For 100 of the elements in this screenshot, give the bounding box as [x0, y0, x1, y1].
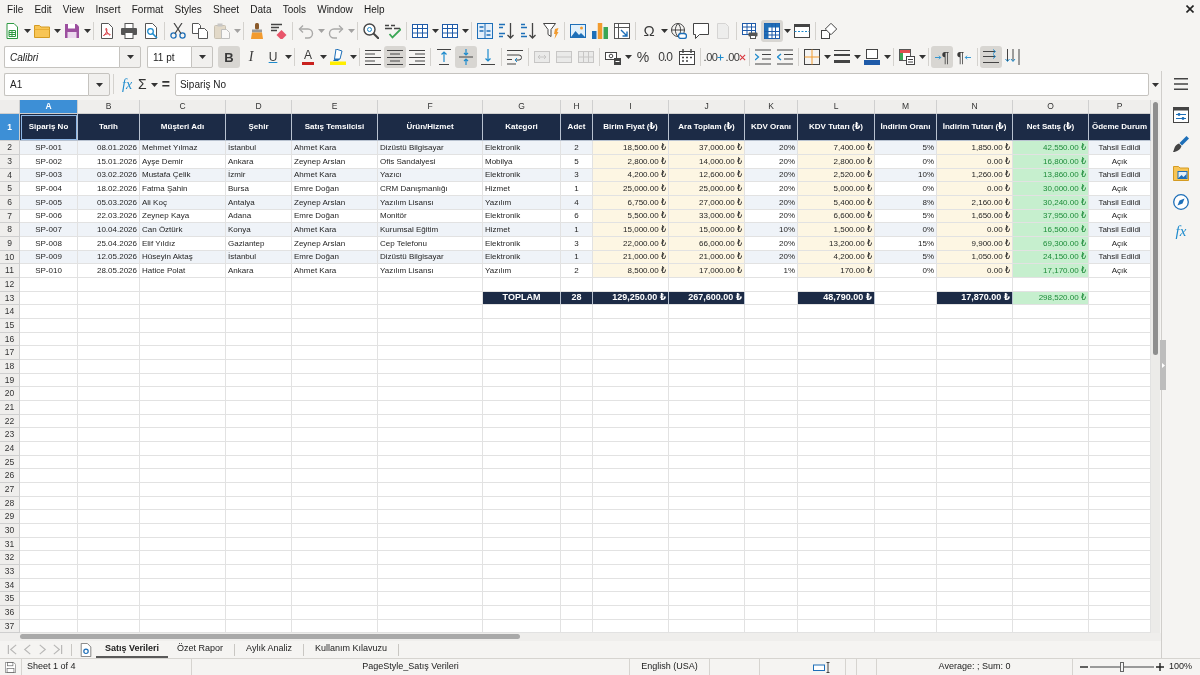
column-header[interactable]: H: [561, 100, 593, 114]
freeze-panes-button[interactable]: [761, 19, 783, 42]
row-header[interactable]: 30: [0, 524, 20, 538]
table-cell[interactable]: Ahmet Kara: [292, 169, 378, 182]
table-cell[interactable]: 16,500.00 ₺: [1013, 223, 1089, 237]
table-cell[interactable]: 3: [561, 169, 593, 182]
column-header[interactable]: C: [140, 100, 226, 114]
table-cell[interactable]: SP-007: [20, 223, 78, 237]
row-header[interactable]: 33: [0, 565, 20, 579]
table-cell[interactable]: Mehmet Yılmaz: [140, 141, 226, 155]
row-header[interactable]: 28: [0, 497, 20, 510]
row-header[interactable]: 15: [0, 319, 20, 333]
row-header[interactable]: 27: [0, 483, 20, 497]
table-cell[interactable]: Zeynep Arslan: [292, 196, 378, 210]
table-cell[interactable]: Elektronik: [483, 169, 561, 182]
table-cell[interactable]: 5,400.00 ₺: [798, 196, 875, 210]
name-box-field[interactable]: A1: [4, 73, 88, 96]
header-cell[interactable]: Şehir: [226, 114, 292, 141]
formula-input-field[interactable]: Sipariş No: [174, 73, 1149, 96]
menu-item[interactable]: Data: [244, 1, 278, 17]
header-cell[interactable]: KDV Oranı: [745, 114, 798, 141]
table-cell[interactable]: Yazılım Lisansı: [378, 196, 483, 210]
row-header[interactable]: 16: [0, 333, 20, 346]
font-name-field[interactable]: Calibri: [4, 46, 119, 68]
row-header[interactable]: 24: [0, 442, 20, 456]
table-cell[interactable]: 2,800.00 ₺: [798, 155, 875, 169]
table-cell[interactable]: 16,800.00 ₺: [1013, 155, 1089, 169]
total-cell[interactable]: 17,870.00 ₺: [937, 292, 1013, 305]
table-cell[interactable]: 12.05.2026: [78, 251, 140, 264]
table-cell[interactable]: 9,900.00 ₺: [937, 237, 1013, 251]
left-to-right-button[interactable]: ¶: [931, 46, 953, 68]
table-cell[interactable]: 33,000.00 ₺: [669, 210, 745, 223]
table-cell[interactable]: 5%: [875, 251, 937, 264]
table-cell[interactable]: 24,150.00 ₺: [1013, 251, 1089, 264]
header-cell[interactable]: İndirim Oranı: [875, 114, 937, 141]
header-cell[interactable]: Adet: [561, 114, 593, 141]
row-header[interactable]: 3: [0, 155, 20, 169]
header-cell[interactable]: Ürün/Hizmet: [378, 114, 483, 141]
row-header[interactable]: 6: [0, 196, 20, 210]
table-cell[interactable]: 21,000.00 ₺: [669, 251, 745, 264]
table-cell[interactable]: Elektronik: [483, 251, 561, 264]
sheet-tab[interactable]: Özet Rapor: [168, 641, 233, 658]
row-header[interactable]: 18: [0, 360, 20, 374]
table-cell[interactable]: 17,170.00 ₺: [1013, 264, 1089, 278]
table-cell[interactable]: 0.00 ₺: [937, 182, 1013, 196]
menu-item[interactable]: File: [1, 1, 29, 17]
table-cell[interactable]: 37,950.00 ₺: [1013, 210, 1089, 223]
table-cell[interactable]: İstanbul: [226, 141, 292, 155]
row-header[interactable]: 2: [0, 141, 20, 155]
table-cell[interactable]: 10%: [875, 169, 937, 182]
table-cell[interactable]: 22,000.00 ₺: [593, 237, 669, 251]
column-header[interactable]: P: [1089, 100, 1151, 114]
table-cell[interactable]: Emre Doğan: [292, 251, 378, 264]
column-header[interactable]: O: [1013, 100, 1089, 114]
row-header[interactable]: 31: [0, 538, 20, 551]
sheet-tab[interactable]: Satış Verileri: [96, 641, 169, 658]
table-cell[interactable]: 13,200.00 ₺: [798, 237, 875, 251]
sheet-tab[interactable]: Aylık Analiz: [237, 641, 301, 658]
table-cell[interactable]: 20%: [745, 169, 798, 182]
row-header[interactable]: 7: [0, 210, 20, 223]
slider-thumb[interactable]: [1120, 662, 1124, 672]
table-cell[interactable]: 69,300.00 ₺: [1013, 237, 1089, 251]
table-cell[interactable]: 14,000.00 ₺: [669, 155, 745, 169]
number-format-button[interactable]: 0.0: [654, 46, 676, 68]
conditional-format-button[interactable]: [896, 46, 918, 68]
table-cell[interactable]: Mustafa Çelik: [140, 169, 226, 182]
table-cell[interactable]: 6,750.00 ₺: [593, 196, 669, 210]
table-cell[interactable]: 7,400.00 ₺: [798, 141, 875, 155]
table-cell[interactable]: 12,600.00 ₺: [669, 169, 745, 182]
table-cell[interactable]: 1,500.00 ₺: [798, 223, 875, 237]
table-cell[interactable]: 0.00 ₺: [937, 155, 1013, 169]
table-cell[interactable]: İstanbul: [226, 251, 292, 264]
column-header[interactable]: E: [292, 100, 378, 114]
table-cell[interactable]: Tahsil Edildi: [1089, 169, 1151, 182]
border-color-button[interactable]: [861, 46, 883, 68]
table-cell[interactable]: 05.03.2026: [78, 196, 140, 210]
delete-decimal-button[interactable]: .00: [725, 46, 747, 68]
table-cell[interactable]: 2,160.00 ₺: [937, 196, 1013, 210]
table-cell[interactable]: 13,860.00 ₺: [1013, 169, 1089, 182]
percent-format-button[interactable]: %: [632, 46, 654, 68]
borders-button[interactable]: [801, 46, 823, 68]
font-size-field[interactable]: 11 pt: [147, 46, 191, 68]
table-cell[interactable]: 10.04.2026: [78, 223, 140, 237]
add-decimal-button[interactable]: .00: [703, 46, 725, 68]
sidebar-handle[interactable]: [1160, 340, 1166, 390]
row-header[interactable]: 10: [0, 251, 20, 264]
menu-item[interactable]: Edit: [28, 1, 58, 17]
column-header[interactable]: N: [937, 100, 1013, 114]
font-color-button[interactable]: A: [297, 46, 319, 68]
total-cell[interactable]: 129,250.00 ₺: [593, 292, 669, 305]
dropdown-button[interactable]: [88, 73, 110, 96]
table-cell[interactable]: Konya: [226, 223, 292, 237]
column-header[interactable]: M: [875, 100, 937, 114]
table-cell[interactable]: 1,050.00 ₺: [937, 251, 1013, 264]
table-cell[interactable]: 1,850.00 ₺: [937, 141, 1013, 155]
function-wizard-button[interactable]: fx: [119, 73, 136, 96]
header-cell[interactable]: Net Satış (₺): [1013, 114, 1089, 141]
table-cell[interactable]: 1: [561, 223, 593, 237]
table-cell[interactable]: 1: [561, 251, 593, 264]
table-cell[interactable]: 0%: [875, 223, 937, 237]
